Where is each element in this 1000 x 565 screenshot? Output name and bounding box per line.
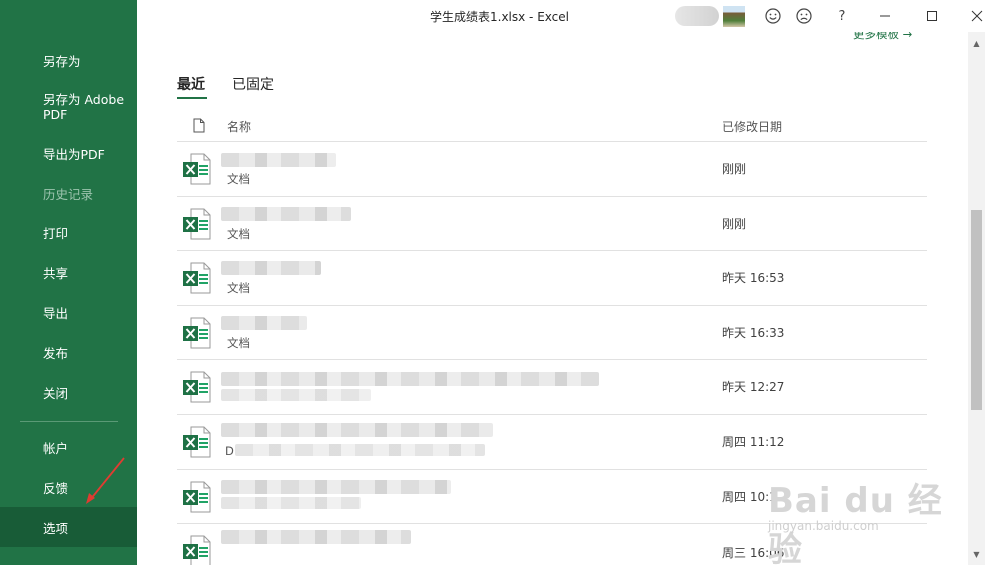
avatar[interactable] bbox=[723, 6, 745, 27]
file-modified-date: 刚刚 bbox=[722, 217, 747, 231]
redacted-filename bbox=[221, 530, 411, 544]
window-title: 学生成绩表1.xlsx - Excel bbox=[430, 10, 569, 24]
scrollbar-thumb[interactable] bbox=[971, 210, 982, 410]
file-row[interactable]: 文档 刚刚 bbox=[177, 141, 927, 196]
user-name-pill[interactable] bbox=[675, 6, 719, 26]
help-icon[interactable]: ? bbox=[832, 6, 852, 26]
sidebar-divider bbox=[20, 421, 118, 422]
more-templates-link[interactable]: 更多模板 → bbox=[853, 32, 912, 42]
redacted-filename bbox=[221, 261, 321, 275]
minimize-icon[interactable] bbox=[875, 6, 895, 26]
file-modified-date: 昨天 12:27 bbox=[722, 380, 785, 394]
close-icon[interactable] bbox=[967, 6, 987, 26]
sidebar-item-publish[interactable]: 发布 bbox=[0, 332, 137, 372]
redacted-filename bbox=[221, 372, 599, 386]
file-location: D bbox=[225, 444, 234, 458]
tab-recent[interactable]: 最近 bbox=[177, 74, 205, 94]
excel-file-icon bbox=[183, 481, 211, 513]
excel-file-icon bbox=[183, 535, 211, 565]
title-bar: 学生成绩表1.xlsx - Excel ? bbox=[137, 0, 1000, 32]
excel-file-icon bbox=[183, 426, 211, 458]
file-location: 文档 bbox=[227, 227, 250, 241]
sidebar-item-export[interactable]: 导出 bbox=[0, 292, 137, 332]
file-location: 文档 bbox=[227, 336, 250, 350]
sidebar-item-options[interactable]: 选项 bbox=[0, 507, 137, 547]
tab-active-indicator bbox=[177, 97, 207, 99]
file-row[interactable]: 文档 刚刚 bbox=[177, 196, 927, 251]
scroll-down-icon[interactable]: ▼ bbox=[968, 547, 985, 561]
redacted-path bbox=[221, 389, 371, 401]
annotation-arrow-icon bbox=[86, 457, 125, 504]
column-header-date[interactable]: 已修改日期 bbox=[722, 118, 782, 135]
excel-backstage-window: 另存为 另存为 Adobe PDF 导出为PDF 历史记录 打印 共享 导出 发… bbox=[0, 0, 1000, 565]
redacted-filename bbox=[221, 153, 336, 167]
redacted-filename bbox=[221, 423, 493, 437]
frown-icon[interactable] bbox=[794, 6, 814, 26]
redacted-path bbox=[221, 497, 361, 509]
smile-icon[interactable] bbox=[763, 6, 783, 26]
redacted-path bbox=[235, 444, 485, 456]
redacted-filename bbox=[221, 480, 451, 494]
sidebar-item-history: 历史记录 bbox=[43, 186, 94, 202]
file-row[interactable]: 昨天 12:27 bbox=[177, 359, 927, 414]
maximize-icon[interactable] bbox=[922, 6, 942, 26]
file-modified-date: 周四 11:12 bbox=[722, 435, 785, 449]
file-row[interactable]: 文档 昨天 16:53 bbox=[177, 250, 927, 305]
excel-file-icon bbox=[183, 153, 211, 185]
column-header-name[interactable]: 名称 bbox=[227, 118, 251, 135]
scroll-up-icon[interactable]: ▲ bbox=[968, 36, 985, 50]
file-modified-date: 昨天 16:53 bbox=[722, 271, 785, 285]
tab-pinned[interactable]: 已固定 bbox=[232, 74, 274, 94]
sidebar-item-export-pdf[interactable]: 导出为PDF bbox=[0, 133, 137, 173]
sidebar-item-save-as-adobe-pdf[interactable]: 另存为 Adobe PDF bbox=[0, 85, 137, 129]
file-row[interactable]: 文档 昨天 16:33 bbox=[177, 305, 927, 360]
sidebar-item-print[interactable]: 打印 bbox=[0, 212, 137, 252]
excel-file-icon bbox=[183, 317, 211, 349]
vertical-scrollbar[interactable]: ▲ ▼ bbox=[968, 32, 1000, 565]
file-modified-date: 刚刚 bbox=[722, 162, 747, 176]
sidebar-item-share[interactable]: 共享 bbox=[0, 252, 137, 292]
file-modified-date: 昨天 16:33 bbox=[722, 326, 785, 340]
excel-file-icon bbox=[183, 262, 211, 294]
redacted-filename bbox=[221, 207, 351, 221]
watermark-url: jingyan.baidu.com bbox=[768, 519, 879, 533]
excel-file-icon bbox=[183, 371, 211, 403]
file-column-icon bbox=[193, 118, 205, 133]
redacted-filename bbox=[221, 316, 307, 330]
file-location: 文档 bbox=[227, 172, 250, 186]
baidu-watermark: Bai du 经验 jingyan.baidu.com bbox=[768, 455, 948, 565]
excel-file-icon bbox=[183, 208, 211, 240]
sidebar-item-close[interactable]: 关闭 bbox=[0, 372, 137, 412]
file-location: 文档 bbox=[227, 281, 250, 295]
sidebar-item-save-as[interactable]: 另存为 bbox=[0, 40, 137, 80]
